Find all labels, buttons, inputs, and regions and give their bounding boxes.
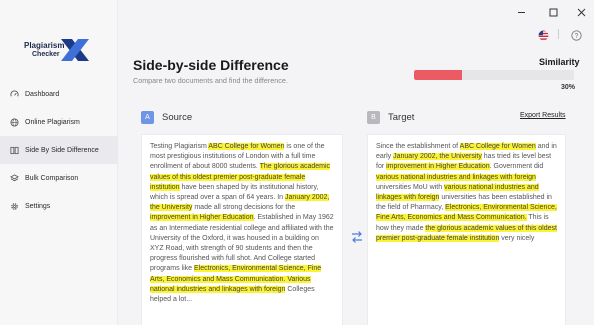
source-header: A Source [141,111,192,124]
similarity-bar [414,70,574,80]
globe-icon [10,117,19,127]
text-segment: Since the establishment of [376,143,460,150]
text-segment: universities MoU with [376,183,445,191]
similarity-bar-fill [414,70,462,80]
sidebar-item-bulk-comparison[interactable]: Bulk Comparison [0,164,118,192]
highlighted-match: improvement in Higher Education [150,214,254,222]
target-badge: B [367,111,380,124]
similarity-label: Similarity [539,57,580,67]
highlighted-match: ABC College for Women [459,143,536,150]
sidebar-item-label: Dashboard [25,90,60,98]
sidebar-item-label: Online Plagiarism [25,118,80,126]
similarity-percent: 30% [561,84,576,91]
sidebar-item-side-by-side-difference[interactable]: Side By Side Difference [0,136,118,164]
layers-icon [10,173,19,183]
logo-x-mark [61,39,89,61]
text-segment: . Government did [489,163,544,171]
sidebar: Plagiarism Checker Dashboard Online Plag… [0,0,118,325]
swap-documents-button[interactable] [351,230,363,244]
target-label: Target [388,112,415,123]
app-logo: Plagiarism Checker [20,37,100,65]
source-text-panel[interactable]: Testing Plagiarism ABC College for Women… [141,134,343,325]
logo-line-2: Checker [32,51,60,58]
source-badge: A [141,111,154,124]
sidebar-nav: Dashboard Online Plagiarism Side By Side… [0,80,118,220]
gear-icon [10,202,19,211]
sidebar-item-label: Bulk Comparison [25,174,79,182]
export-results-link[interactable]: Export Results [520,112,566,119]
page-subtitle: Compare two documents and find the diffe… [133,76,288,85]
dashboard-icon [10,90,19,99]
target-header: B Target [367,111,414,124]
text-segment: Testing Plagiarism [150,143,209,150]
highlighted-match: ABC College for Women [208,143,285,150]
sidebar-item-label: Side By Side Difference [25,146,99,154]
swap-arrows-icon [352,231,362,243]
text-segment: very nicely [499,234,535,242]
main-content: Side-by-side Difference Compare two docu… [119,0,594,325]
compare-icon [10,146,19,155]
sidebar-item-label: Settings [25,202,51,210]
text-segment: . Established in May 1962 as an Intermed… [150,214,334,273]
source-label: Source [162,112,193,123]
highlighted-match: various national industries and linkages… [376,173,536,181]
sidebar-item-online-plagiarism[interactable]: Online Plagiarism [0,108,118,136]
highlighted-match: January 2002, the University [393,153,482,161]
sidebar-item-settings[interactable]: Settings [0,192,118,220]
highlighted-match: improvement in Higher Education [386,163,490,171]
sidebar-item-dashboard[interactable]: Dashboard [0,80,118,108]
target-text-panel[interactable]: Since the establishment of ABC College f… [367,134,566,325]
page-title: Side-by-side Difference [133,57,289,73]
text-segment: made all strong decisions for the [192,204,296,212]
